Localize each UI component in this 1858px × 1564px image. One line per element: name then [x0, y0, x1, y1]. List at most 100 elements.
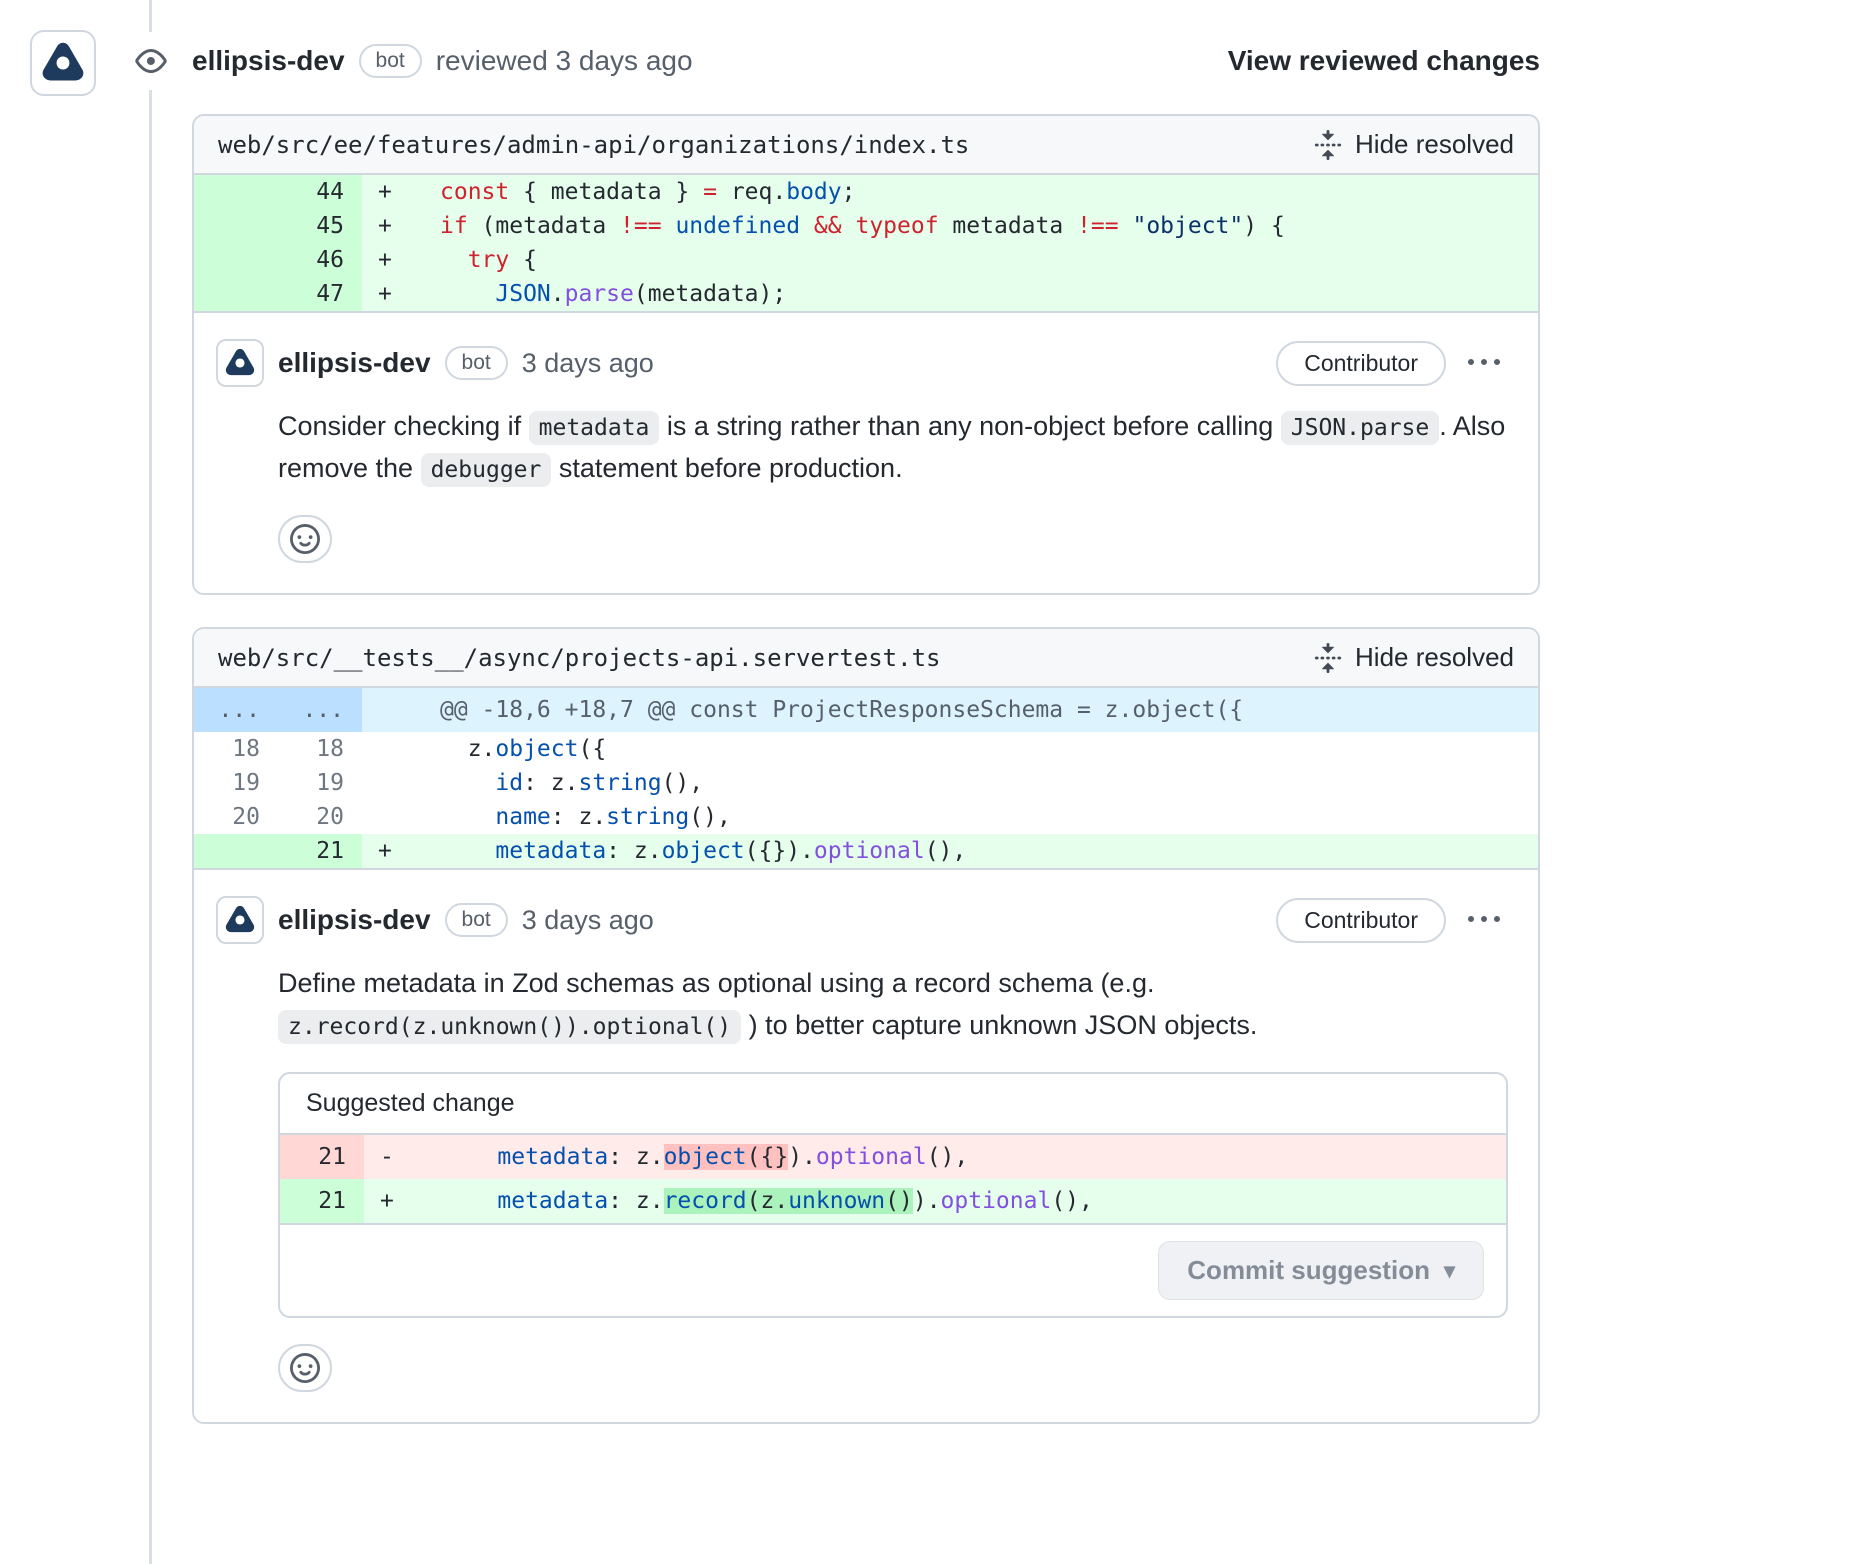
diff-sign: + — [362, 209, 426, 243]
inline-code: z.record(z.unknown()).optional() — [278, 1010, 741, 1044]
review-thread-card: web/src/ee/features/admin-api/organizati… — [192, 114, 1540, 595]
comment-body: Define metadata in Zod schemas as option… — [278, 962, 1508, 1046]
old-line-number — [194, 175, 278, 209]
file-header: web/src/ee/features/admin-api/organizati… — [194, 116, 1538, 175]
code-token: () — [885, 1188, 913, 1214]
text-segment: statement before production. — [551, 453, 902, 483]
diff-line: 2020 name: z.string(), — [194, 800, 1538, 834]
code-token: (z. — [747, 1188, 789, 1214]
code-token: ; — [842, 179, 856, 205]
code-token: = — [703, 179, 717, 205]
code-token: id — [495, 770, 523, 796]
code-token: metadata — [497, 1144, 608, 1170]
code-token — [662, 213, 676, 239]
diff-code: const { metadata } = req.body; — [426, 175, 1538, 209]
comment-avatar[interactable] — [216, 339, 264, 387]
review-event-badge — [122, 32, 180, 90]
code-token: undefined — [675, 213, 800, 239]
code-token: @@ -18,6 +18,7 @@ const ProjectResponseS… — [440, 697, 1243, 723]
kebab-horizontal-icon — [1468, 347, 1500, 379]
reviewer-avatar[interactable] — [30, 30, 96, 96]
new-line-number: 21 — [280, 1135, 364, 1179]
diff-line: 47+ JSON.parse(metadata); — [194, 277, 1538, 311]
bot-badge: bot — [445, 903, 508, 937]
code-token — [800, 213, 814, 239]
kebab-menu-button[interactable] — [1460, 341, 1508, 385]
ellipsis-dev-logo-icon — [224, 904, 256, 936]
smiley-icon — [290, 1353, 320, 1383]
code-token: : z. — [608, 1144, 663, 1170]
inline-code: metadata — [529, 411, 660, 445]
code-token: unknown — [788, 1188, 885, 1214]
diff-sign — [362, 800, 426, 834]
hide-resolved-button[interactable]: Hide resolved — [1313, 129, 1514, 160]
text-segment: ) to better capture unknown JSON objects… — [741, 1010, 1257, 1040]
comment-timestamp[interactable]: 3 days ago — [522, 348, 654, 379]
contributor-badge: Contributor — [1276, 341, 1446, 386]
code-token: . — [551, 281, 565, 307]
add-reaction-button[interactable] — [278, 1344, 332, 1392]
comment-author[interactable]: ellipsis-dev — [278, 347, 431, 379]
code-token: if — [440, 213, 468, 239]
diff-line: ......@@ -18,6 +18,7 @@ const ProjectRes… — [194, 688, 1538, 732]
comment-author[interactable]: ellipsis-dev — [278, 904, 431, 936]
fold-icon — [1313, 643, 1343, 673]
diff-line: 46+ try { — [194, 243, 1538, 277]
code-token: (), — [927, 1144, 969, 1170]
review-threads: web/src/ee/features/admin-api/organizati… — [192, 114, 1540, 1424]
new-line-number: 20 — [278, 800, 362, 834]
code-token: parse — [565, 281, 634, 307]
comment-timestamp[interactable]: 3 days ago — [522, 905, 654, 936]
code-token: : z. — [551, 804, 606, 830]
code-token: ) { — [1243, 213, 1285, 239]
inline-code: JSON.parse — [1281, 411, 1439, 445]
diff-sign: + — [362, 277, 426, 311]
add-reaction-button[interactable] — [278, 515, 332, 563]
smiley-icon — [290, 524, 320, 554]
diff-code: JSON.parse(metadata); — [426, 277, 1538, 311]
diff-code: metadata: z.record(z.unknown()).optional… — [428, 1179, 1506, 1223]
code-token — [442, 1144, 497, 1170]
code-token: record — [664, 1188, 747, 1214]
new-line-number: 44 — [278, 175, 362, 209]
new-line-number: 46 — [278, 243, 362, 277]
diff: ......@@ -18,6 +18,7 @@ const ProjectRes… — [194, 688, 1538, 868]
code-token: z. — [440, 736, 495, 762]
code-token — [1119, 213, 1133, 239]
diff-code: z.object({ — [426, 732, 1538, 766]
comment-avatar[interactable] — [216, 896, 264, 944]
code-token — [442, 1188, 497, 1214]
file-path[interactable]: web/src/__tests__/async/projects-api.ser… — [218, 644, 940, 672]
code-token: (), — [1051, 1188, 1093, 1214]
code-token — [440, 804, 495, 830]
contributor-badge: Contributor — [1276, 898, 1446, 943]
review-author[interactable]: ellipsis-dev — [192, 45, 345, 77]
diff-code: metadata: z.object({}).optional(), — [426, 834, 1538, 868]
diff-sign: + — [362, 834, 426, 868]
code-token: ({ — [578, 736, 606, 762]
code-token: "object" — [1132, 213, 1243, 239]
code-token: (metadata — [468, 213, 620, 239]
code-token: ({} — [747, 1144, 789, 1170]
new-line-number: 45 — [278, 209, 362, 243]
kebab-menu-button[interactable] — [1460, 898, 1508, 942]
code-token: : z. — [606, 838, 661, 864]
suggested-change-title: Suggested change — [280, 1074, 1506, 1135]
view-reviewed-changes-link[interactable]: View reviewed changes — [1228, 45, 1540, 77]
commit-suggestion-button[interactable]: Commit suggestion ▾ — [1158, 1241, 1484, 1300]
kebab-horizontal-icon — [1468, 904, 1500, 936]
code-token: optional — [816, 1144, 927, 1170]
triangle-down-icon: ▾ — [1444, 1260, 1455, 1282]
new-line-number: 21 — [278, 834, 362, 868]
code-token — [440, 770, 495, 796]
code-token: string — [578, 770, 661, 796]
file-path[interactable]: web/src/ee/features/admin-api/organizati… — [218, 131, 969, 159]
ellipsis-dev-logo-icon — [40, 40, 86, 86]
comment-body: Consider checking if metadata is a strin… — [278, 405, 1508, 489]
code-token: object — [495, 736, 578, 762]
code-token: object — [662, 838, 745, 864]
code-token: : z. — [608, 1188, 663, 1214]
code-token: try — [468, 247, 510, 273]
code-token: metadata — [939, 213, 1077, 239]
hide-resolved-button[interactable]: Hide resolved — [1313, 642, 1514, 673]
